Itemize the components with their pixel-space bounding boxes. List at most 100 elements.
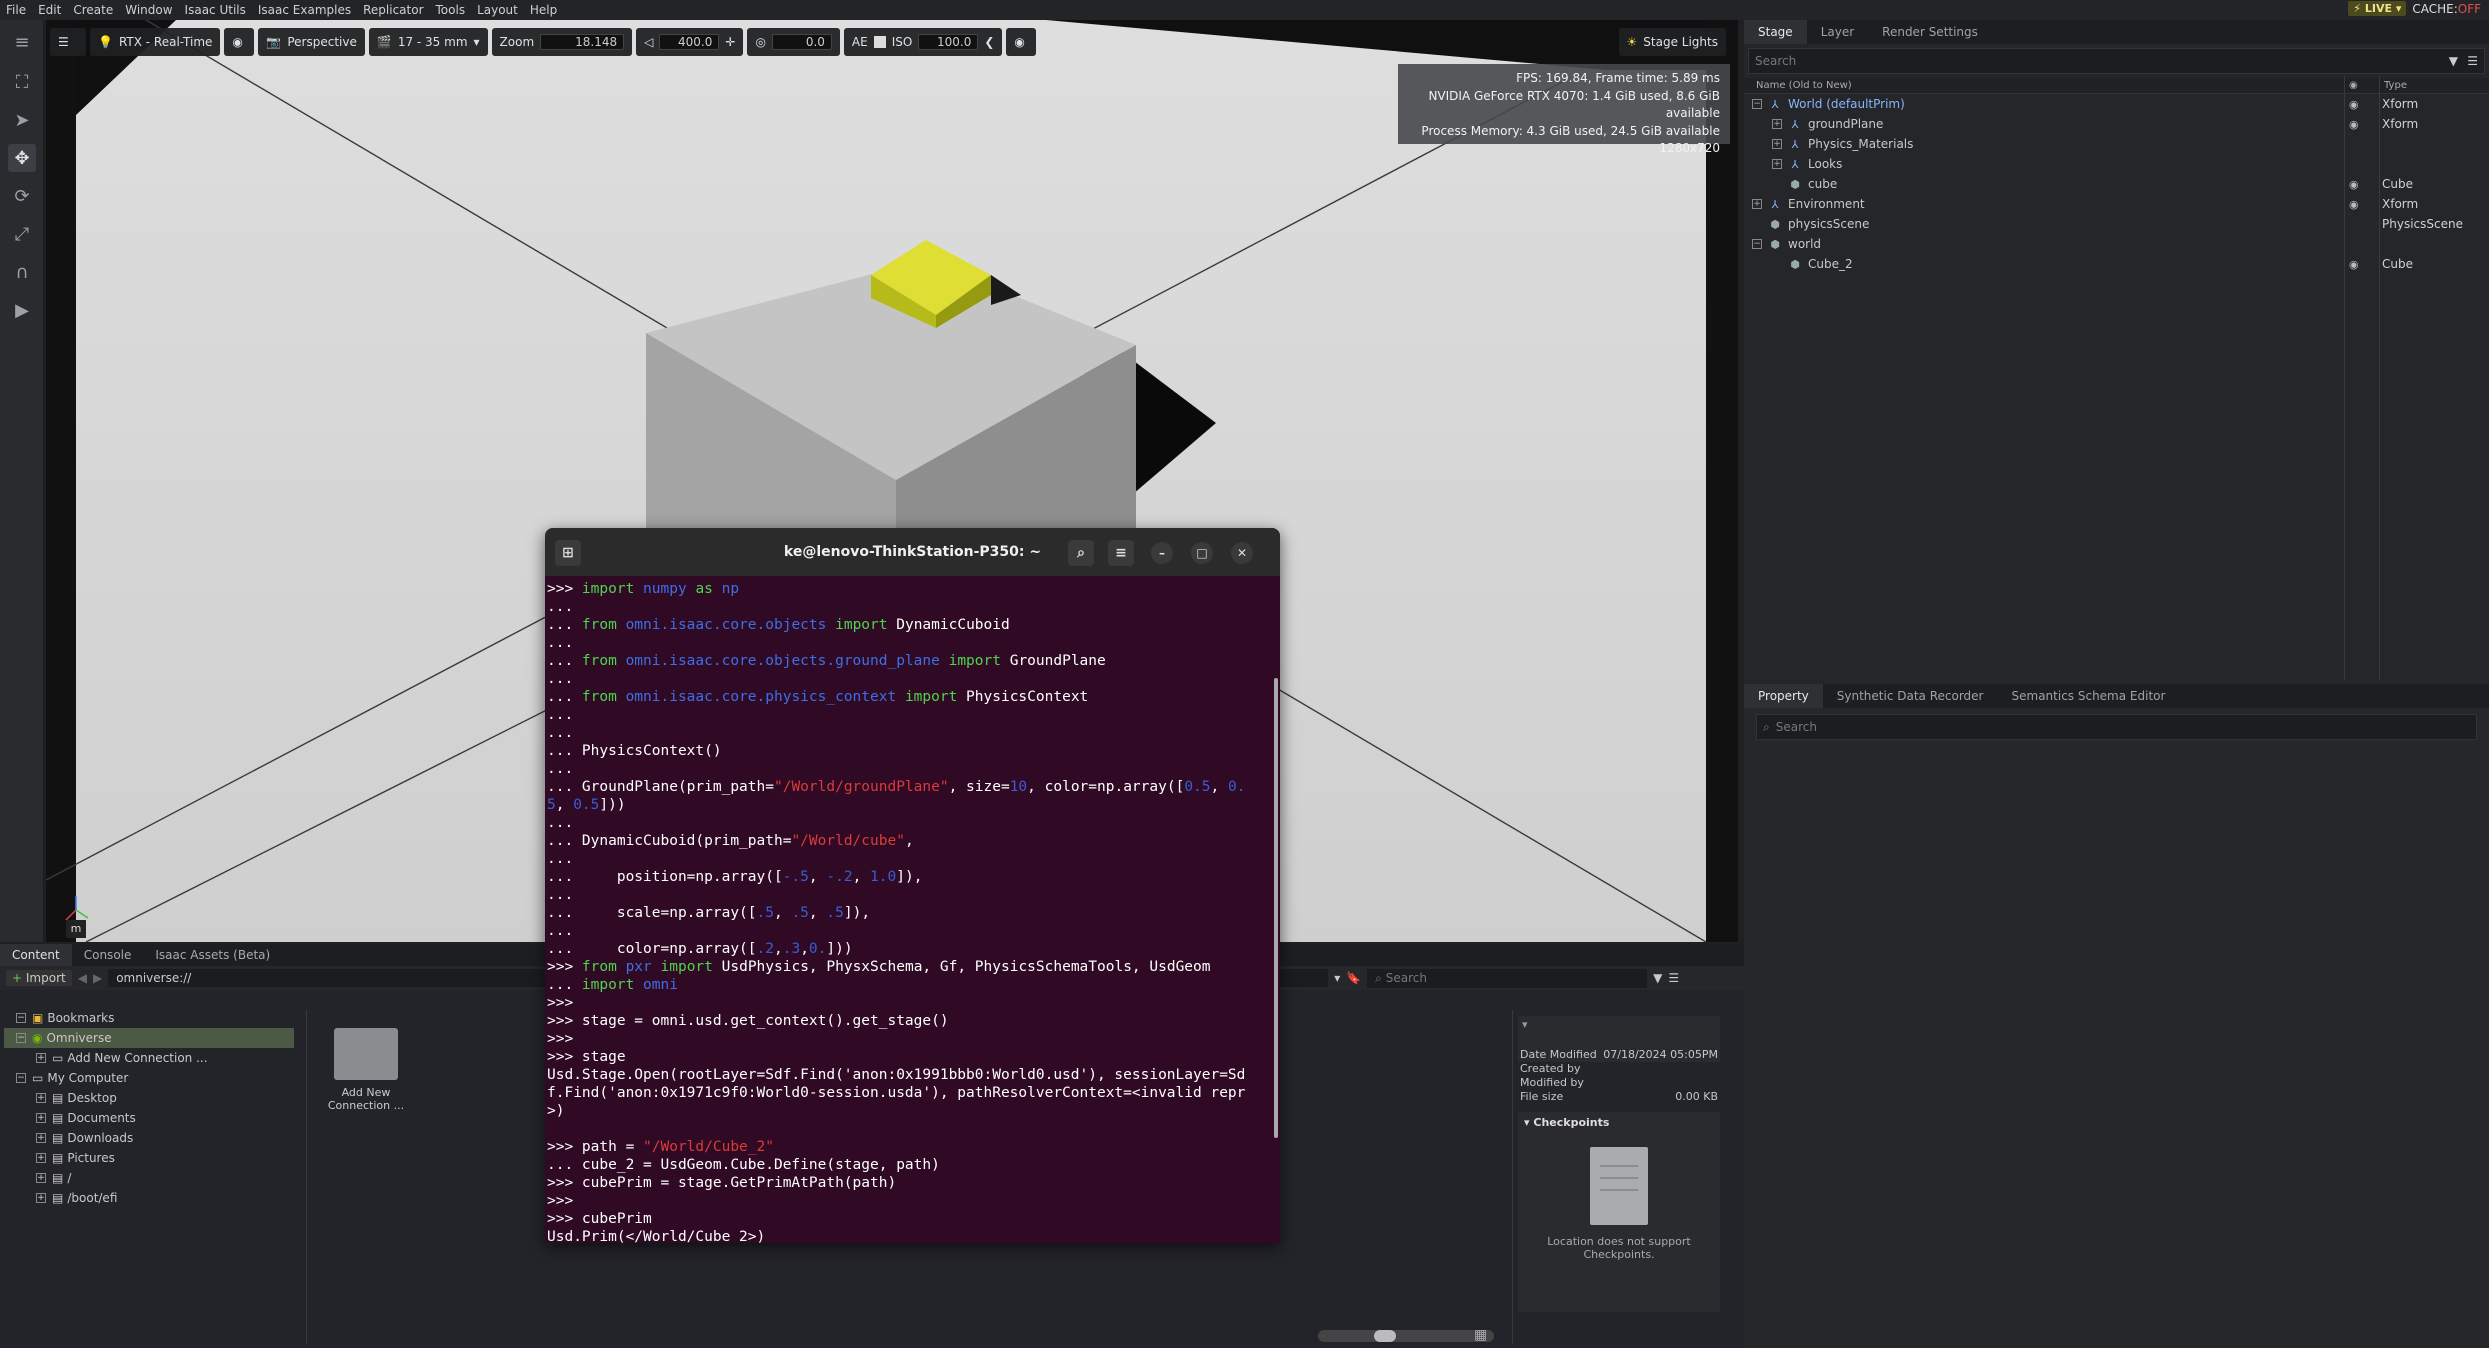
col-type-header[interactable]: Type [2384,80,2407,91]
property-search[interactable]: ⌕ Search [1756,714,2477,740]
menu-lines-icon[interactable]: ≡ [8,28,36,56]
expand-icon[interactable]: + [36,1053,46,1063]
menu-file[interactable]: File [0,0,32,20]
stage-search[interactable]: Search ▼ ☰ [1748,48,2485,74]
terminal-window[interactable]: ⊞ ke@lenovo-ThinkStation-P350: ~ ⌕ ≡ – □… [545,528,1280,1243]
tree-desktop[interactable]: + ▤ Desktop [4,1088,304,1108]
fstop-field[interactable]: 0.0 [771,34,832,50]
expand-icon[interactable]: + [36,1093,46,1103]
menu-tools[interactable]: Tools [430,0,472,20]
live-badge[interactable]: ⚡ LIVE ▾ [2348,1,2407,16]
tab-synthetic-data-recorder[interactable]: Synthetic Data Recorder [1823,684,1998,708]
menu-isaac-utils[interactable]: Isaac Utils [179,0,252,20]
thumbnail-size-slider[interactable] [1318,1330,1494,1342]
rotate-icon[interactable]: ⟳ [8,182,36,210]
tree-downloads[interactable]: + ▤ Downloads [4,1128,304,1148]
expand-icon[interactable]: + [1772,159,1782,169]
settings-icon[interactable]: ☰ [50,28,86,56]
scale-icon[interactable]: ⤢ [8,220,36,248]
slider-handle[interactable] [1374,1330,1396,1342]
menu-create[interactable]: Create [67,0,119,20]
renderer-selector[interactable]: 💡 RTX - Real-Time [90,28,221,56]
expand-icon[interactable]: + [36,1153,46,1163]
terminal-output[interactable]: >>> import numpy as np...... from omni.i… [545,576,1280,1243]
tree-row-environment[interactable]: + ⅄ Environment ◉ Xform [1744,194,2489,214]
eye-icon[interactable]: ◉ [224,28,255,56]
forward-icon[interactable]: ▶ [93,971,102,985]
col-name-header[interactable]: Name (Old to New) [1744,80,1852,91]
camera-selector[interactable]: 📷 Perspective [258,28,365,56]
content-search[interactable]: ⌕ Search [1367,968,1648,988]
zoom-field[interactable]: 18.148 [540,34,625,50]
tree-row-physics-materials[interactable]: + ⅄ Physics_Materials [1744,134,2489,154]
expand-icon[interactable]: + [36,1133,46,1143]
tree-documents[interactable]: + ▤ Documents [4,1108,304,1128]
expand-icon[interactable]: + [36,1173,46,1183]
tree-boot-efi[interactable]: + ▤/boot/efi [4,1188,304,1208]
ae-checkbox[interactable] [873,36,886,48]
tree-my-computer[interactable]: − ▭ My Computer [4,1068,304,1088]
new-tab-icon[interactable]: ⊞ [555,540,581,566]
collapse-icon[interactable]: − [1752,99,1762,109]
chevron-left-icon[interactable]: ❮ [984,35,994,49]
terminal-titlebar[interactable]: ⊞ ke@lenovo-ThinkStation-P350: ~ ⌕ ≡ – □… [545,528,1280,576]
tab-stage[interactable]: Stage [1744,20,1807,44]
tree-row-cube-2[interactable]: ⬢ Cube_2 ◉ Cube [1744,254,2489,274]
maximize-icon[interactable]: □ [1191,542,1213,564]
menu-help[interactable]: Help [524,0,563,20]
expand-icon[interactable]: + [1772,139,1782,149]
fullscreen-icon[interactable]: ⛶ [8,68,36,96]
tree-row-world[interactable]: − ⬢ world [1744,234,2489,254]
tree-pictures[interactable]: + ▤ Pictures [4,1148,304,1168]
search-icon[interactable]: ⌕ [1068,540,1094,566]
menu-layout[interactable]: Layout [471,0,524,20]
eye-icon[interactable]: ◉ [2349,118,2359,131]
checkpoints-header[interactable]: ▾ Checkpoints [1518,1112,1720,1133]
expand-icon[interactable]: + [1752,199,1762,209]
tree-row-cube[interactable]: ⬢ cube ◉ Cube [1744,174,2489,194]
tree-root[interactable]: + ▤ / [4,1168,304,1188]
broadcast-icon[interactable]: ◉ [1006,28,1037,56]
stage-lights-toggle[interactable]: ☀ Stage Lights [1618,28,1726,56]
options-icon[interactable]: ☰ [1668,971,1679,985]
bookmark-icon[interactable]: 🔖 [1346,971,1361,985]
eye-icon[interactable]: ◉ [2349,178,2359,191]
tab-layer[interactable]: Layer [1807,20,1868,44]
eye-icon[interactable]: ◉ [2349,198,2359,211]
tab-content[interactable]: Content [0,944,72,966]
tab-console[interactable]: Console [72,944,144,966]
menu-replicator[interactable]: Replicator [357,0,429,20]
tree-row-physicsscene[interactable]: ⬢ physicsScene PhysicsScene [1744,214,2489,234]
collapse-icon[interactable]: − [1752,239,1762,249]
tab-property[interactable]: Property [1744,684,1823,708]
hamburger-menu-icon[interactable]: ≡ [1108,540,1134,566]
terminal-scrollbar[interactable] [1274,678,1278,1138]
back-icon[interactable]: ◀ [78,971,87,985]
import-button[interactable]: + Import [6,970,72,986]
select-arrow-icon[interactable]: ➤ [8,106,36,134]
lens-selector[interactable]: 🎬 17 - 35 mm ▾ [368,28,488,56]
dropdown-icon[interactable]: ▾ [1334,971,1340,985]
eye-icon[interactable]: ◉ [2349,258,2359,271]
tab-isaac-assets[interactable]: Isaac Assets (Beta) [143,944,282,966]
eye-icon[interactable]: ◉ [2349,98,2359,111]
tab-render-settings[interactable]: Render Settings [1868,20,1992,44]
collapse-icon[interactable]: − [16,1033,26,1043]
tree-row-groundplane[interactable]: + ⅄ groundPlane ◉ Xform [1744,114,2489,134]
add-connection-thumbnail[interactable]: Add New Connection ... [320,1028,412,1112]
play-icon[interactable]: ▶ [8,296,36,324]
tree-omniverse[interactable]: − ◉ Omniverse [4,1028,294,1048]
crosshair-icon[interactable]: ✛ [725,35,735,49]
focus-field[interactable]: 400.0 [659,34,720,50]
filter-icon[interactable]: ▼ [2449,54,2458,68]
move-icon[interactable]: ✥ [8,144,36,172]
details-collapse-icon[interactable]: ▾ [1518,1016,1720,1033]
iso-field[interactable]: 100.0 [918,34,979,50]
cache-status[interactable]: CACHE:OFF [2412,2,2481,16]
tree-bookmarks[interactable]: − ▣ Bookmarks [4,1008,304,1028]
minimize-icon[interactable]: – [1151,542,1173,564]
expand-icon[interactable]: + [1772,119,1782,129]
collapse-icon[interactable]: − [16,1073,26,1083]
tree-row-looks[interactable]: + ⅄ Looks [1744,154,2489,174]
tree-add-connection[interactable]: + ▭ Add New Connection ... [4,1048,304,1068]
